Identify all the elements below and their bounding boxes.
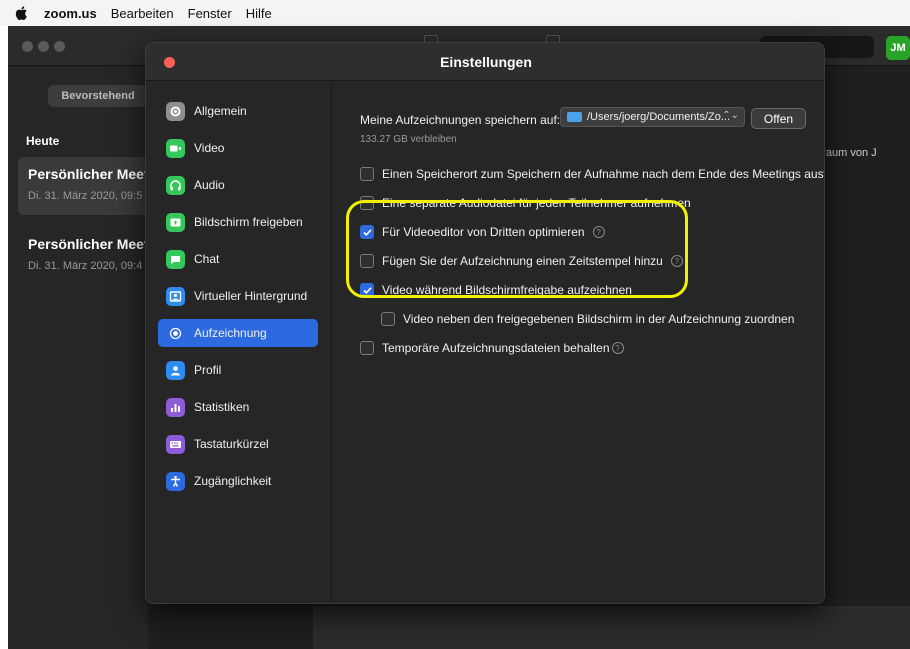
sidebar-item-aufzeichnung[interactable]: Aufzeichnung <box>158 319 318 347</box>
window-zoom-button[interactable] <box>54 41 65 52</box>
tab-upcoming[interactable]: Bevorstehend <box>48 85 148 107</box>
meeting-item[interactable]: Persönlicher Meet Di. 31. März 2020, 09:… <box>18 227 148 285</box>
sidebar-item-label: Chat <box>194 252 220 266</box>
headphones-icon <box>166 175 185 195</box>
accessibility-icon <box>166 471 185 491</box>
checkbox[interactable] <box>360 167 374 181</box>
bar-chart-icon <box>166 397 185 417</box>
sidebar-item-virtueller-hintergrund[interactable]: Virtueller Hintergrund <box>158 282 318 310</box>
share-screen-icon <box>166 212 185 232</box>
menu-bearbeiten[interactable]: Bearbeiten <box>111 6 174 21</box>
sidebar-item-profil[interactable]: Profil <box>158 356 318 384</box>
avatar[interactable]: JM <box>886 36 910 60</box>
menu-app-name[interactable]: zoom.us <box>44 6 97 21</box>
sidebar-item-label: Statistiken <box>194 400 250 414</box>
sidebar-item-label: Bildschirm freigeben <box>194 215 303 229</box>
settings-sidebar: Allgemein Video Audio Bildschirm freigeb… <box>146 81 332 603</box>
keyboard-icon <box>166 434 185 454</box>
apple-logo-icon[interactable] <box>14 5 28 21</box>
detail-footer <box>313 606 910 649</box>
menu-fenster[interactable]: Fenster <box>188 6 232 21</box>
meeting-date: Di. 31. März 2020, 09:4 <box>28 260 143 272</box>
window-minimize-button[interactable] <box>38 41 49 52</box>
recording-settings-panel: Meine Aufzeichnungen speichern auf: /Use… <box>333 81 825 603</box>
meeting-item[interactable]: Persönlicher Meet Di. 31. März 2020, 09:… <box>18 157 148 215</box>
person-icon <box>166 360 185 380</box>
save-location-select[interactable]: /Users/joerg/Documents/Zo... ⌃⌄ <box>560 107 745 127</box>
settings-dialog: Einstellungen Allgemein Video Audio Bild… <box>145 42 825 604</box>
option-choose-location[interactable]: Einen Speicherort zum Speichern der Aufn… <box>360 166 825 182</box>
sidebar-item-zugaenglichkeit[interactable]: Zugänglichkeit <box>158 467 318 495</box>
option-label: Temporäre Aufzeichnungsdateien behalten <box>382 341 610 355</box>
checkbox[interactable] <box>360 341 374 355</box>
option-label: Video neben den freigegebenen Bildschirm… <box>403 312 795 326</box>
checkbox[interactable] <box>381 312 395 326</box>
sidebar-item-label: Virtueller Hintergrund <box>194 289 308 303</box>
sidebar-item-statistiken[interactable]: Statistiken <box>158 393 318 421</box>
sidebar-item-label: Profil <box>194 363 222 377</box>
chat-bubble-icon <box>166 249 185 269</box>
menu-hilfe[interactable]: Hilfe <box>246 6 272 21</box>
sidebar-item-video[interactable]: Video <box>158 134 318 162</box>
sidebar-item-allgemein[interactable]: Allgemein <box>158 97 318 125</box>
gear-icon <box>166 101 185 121</box>
section-today: Heute <box>26 134 60 148</box>
sidebar-item-audio[interactable]: Audio <box>158 171 318 199</box>
chevron-updown-icon: ⌃⌄ <box>722 110 739 121</box>
save-location-label: Meine Aufzeichnungen speichern auf: <box>360 113 561 127</box>
meetings-pane: Bevorstehend Heute Persönlicher Meet Di.… <box>8 67 148 649</box>
portrait-icon <box>166 286 185 306</box>
dialog-title: Einstellungen <box>440 54 532 70</box>
sidebar-item-tastaturkuerzel[interactable]: Tastaturkürzel <box>158 430 318 458</box>
meeting-title: Persönlicher Meet <box>28 236 148 252</box>
meeting-date: Di. 31. März 2020, 09:5 <box>28 190 143 202</box>
sidebar-item-label: Video <box>194 141 225 155</box>
sidebar-item-bildschirm-freigeben[interactable]: Bildschirm freigeben <box>158 208 318 236</box>
storage-remaining: 133.27 GB verbleiben <box>360 134 457 145</box>
option-video-beside-screen[interactable]: Video neben den freigegebenen Bildschirm… <box>381 311 794 327</box>
meeting-title: Persönlicher Meet <box>28 166 148 182</box>
save-location-path: /Users/joerg/Documents/Zo... <box>587 111 731 123</box>
help-icon[interactable]: ? <box>611 342 624 354</box>
sidebar-item-label: Allgemein <box>194 104 247 118</box>
sidebar-item-label: Zugänglichkeit <box>194 474 272 488</box>
sidebar-item-label: Audio <box>194 178 225 192</box>
option-label: Einen Speicherort zum Speichern der Aufn… <box>382 167 825 181</box>
video-camera-icon <box>166 138 185 158</box>
folder-icon <box>567 112 582 122</box>
sidebar-item-chat[interactable]: Chat <box>158 245 318 273</box>
dialog-titlebar: Einstellungen <box>146 43 824 81</box>
sidebar-item-label: Aufzeichnung <box>194 326 267 340</box>
annotation-highlight <box>346 200 688 298</box>
window-close-button[interactable] <box>22 41 33 52</box>
sidebar-item-label: Tastaturkürzel <box>194 437 269 451</box>
record-icon <box>166 324 185 343</box>
option-keep-temp-files[interactable]: Temporäre Aufzeichnungsdateien behalten … <box>360 340 624 356</box>
open-folder-button[interactable]: Offen <box>751 108 806 129</box>
mac-menubar: zoom.us Bearbeiten Fenster Hilfe <box>0 0 910 26</box>
